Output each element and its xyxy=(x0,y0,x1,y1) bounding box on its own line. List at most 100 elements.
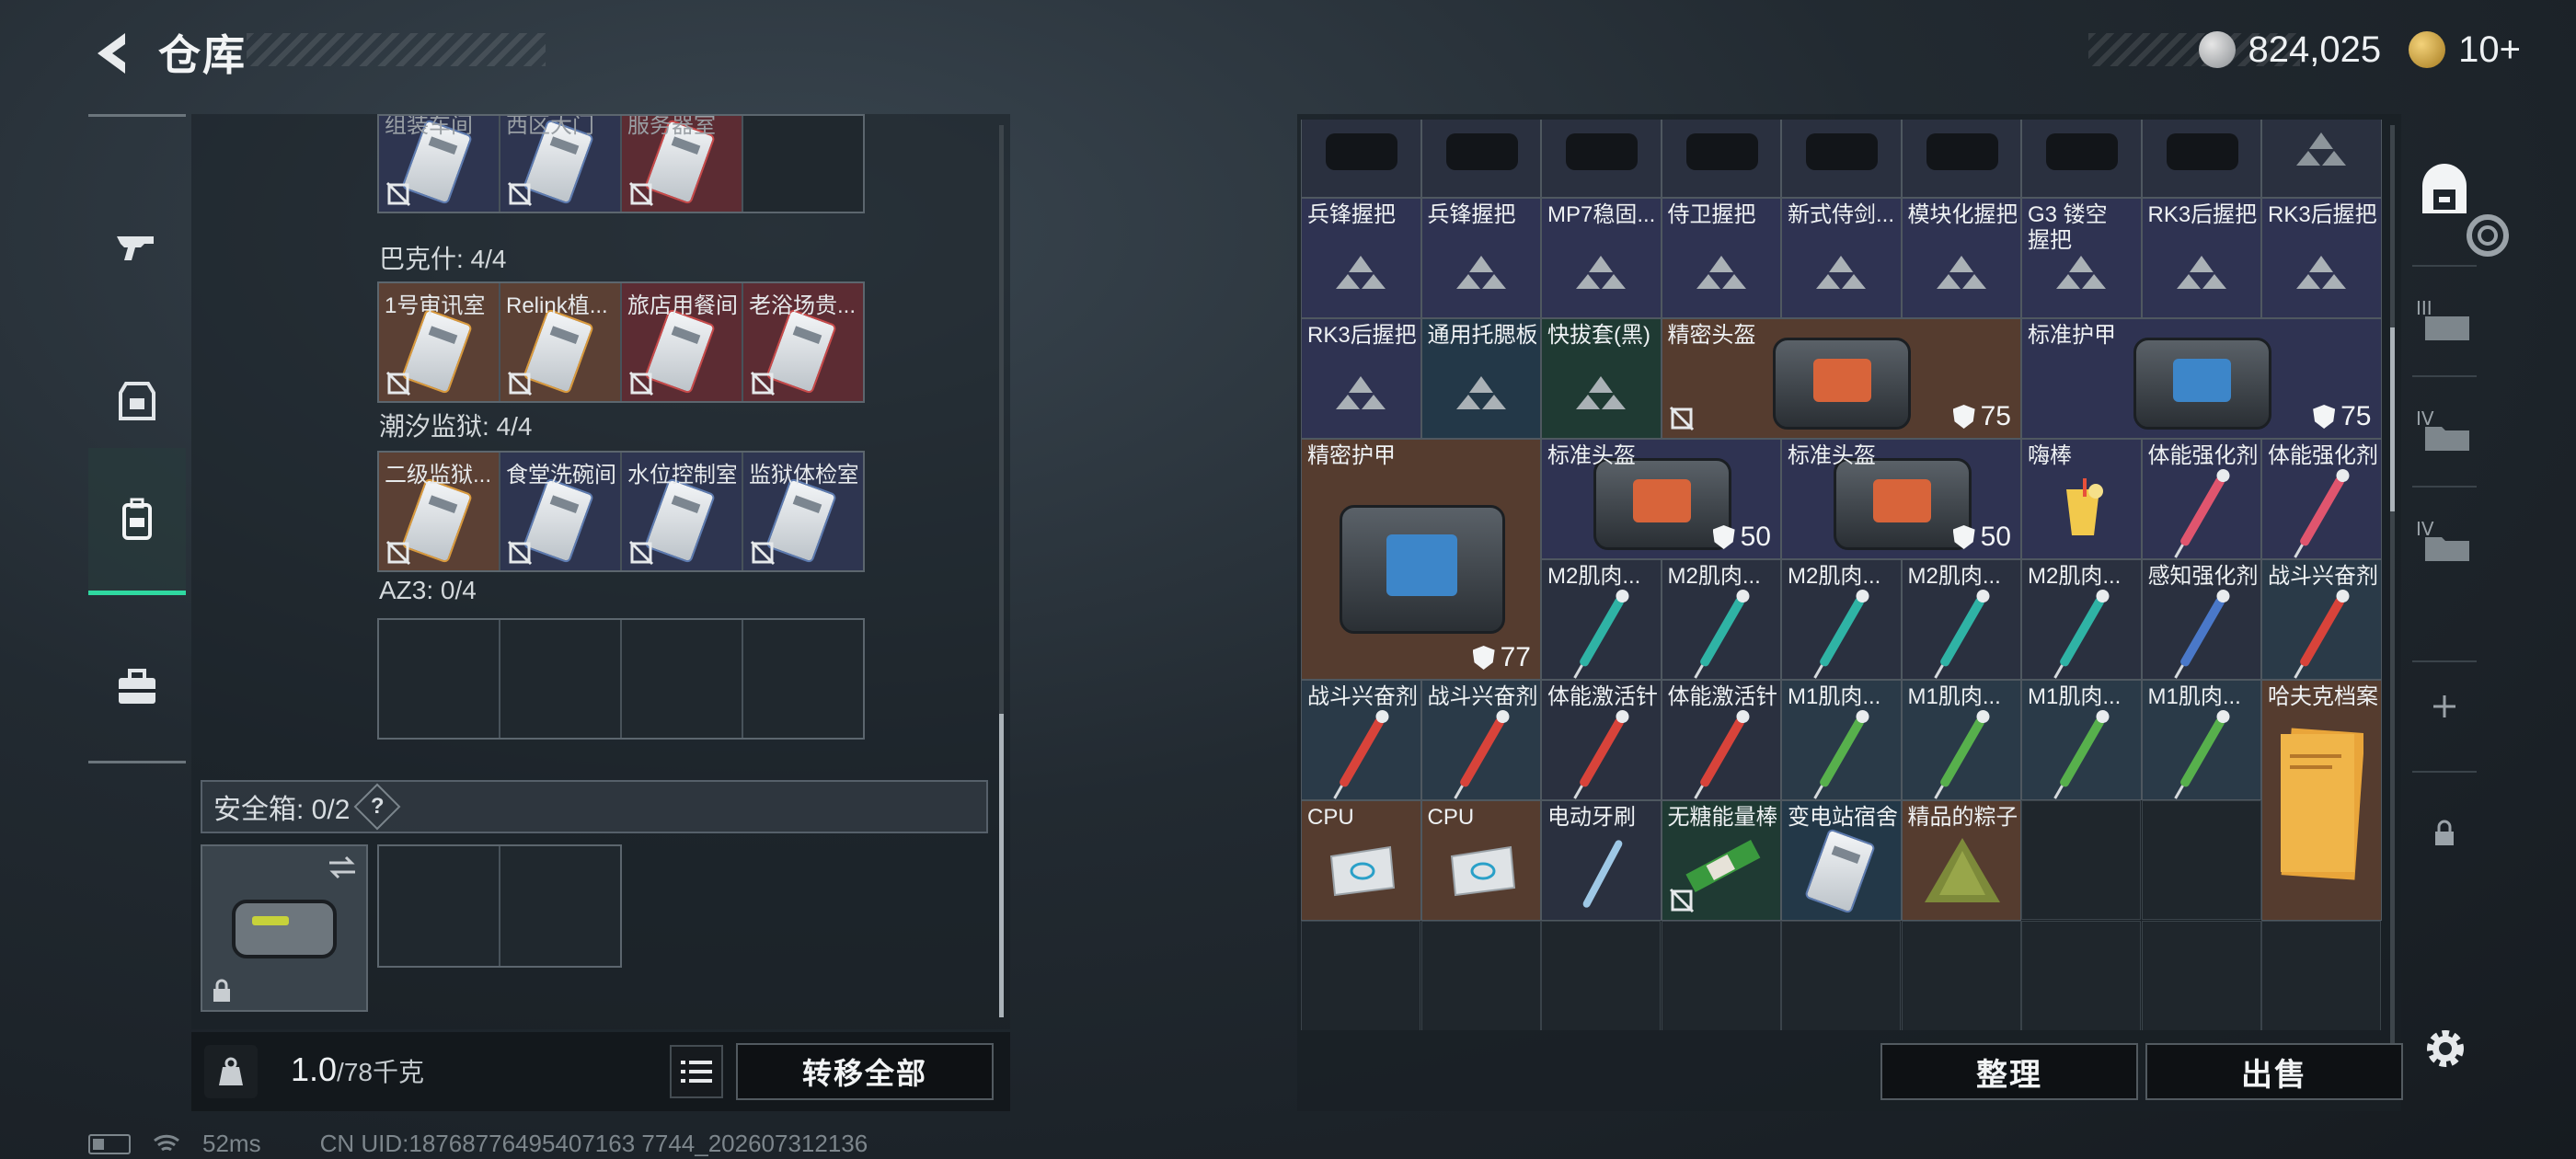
stash-slot[interactable] xyxy=(2141,921,2261,1030)
stash-slot[interactable] xyxy=(1541,921,1661,1030)
scope-item[interactable] xyxy=(1901,120,2021,198)
stash-item[interactable]: 标准护甲 75 xyxy=(2021,318,2382,439)
stash-item[interactable]: CPU xyxy=(1420,800,1541,921)
scroll-thumb[interactable] xyxy=(999,714,1004,1017)
scope-item[interactable] xyxy=(1420,120,1541,198)
stash-slot[interactable] xyxy=(1420,921,1541,1030)
stash-slot[interactable] xyxy=(2021,800,2141,920)
scope-item[interactable] xyxy=(2141,120,2261,198)
settings-gear-icon[interactable] xyxy=(2418,1021,2473,1076)
stash-slot[interactable] xyxy=(2141,800,2261,920)
help-icon[interactable]: ? xyxy=(353,783,401,831)
stash-item[interactable]: M2肌肉... xyxy=(1901,559,2021,680)
tab-tier4-folder[interactable]: IV xyxy=(2412,504,2477,578)
scroll-thumb[interactable] xyxy=(2390,327,2395,511)
stash-item[interactable]: MP7稳固... xyxy=(1541,198,1662,318)
stash-item[interactable]: 侍卫握把 xyxy=(1661,198,1781,318)
scope-item[interactable] xyxy=(1781,120,1902,198)
stash-scrollbar[interactable] xyxy=(2390,125,2395,1045)
stash-item[interactable]: M2肌肉... xyxy=(1661,559,1781,680)
stash-item[interactable]: 体能强化剂 xyxy=(2261,439,2382,559)
stash-item[interactable]: 战斗兴奋剂 xyxy=(1420,680,1541,800)
scope-item[interactable] xyxy=(2021,120,2142,198)
tab-tier4-folder[interactable]: IV xyxy=(2412,394,2477,467)
keycard-slot[interactable]: 组装车间 xyxy=(379,116,499,212)
stash-item[interactable]: 标准头盔 50 xyxy=(1781,439,2021,559)
locked-tab[interactable] xyxy=(2412,797,2477,870)
stash-item[interactable]: 精密头盔 75 xyxy=(1661,318,2021,439)
stash-item[interactable]: M1肌肉... xyxy=(1781,680,1902,800)
stash-item[interactable]: RK3后握把 xyxy=(2141,198,2261,318)
safe-slot[interactable] xyxy=(379,846,499,966)
stash-slot[interactable] xyxy=(1901,921,2021,1030)
keycard-slot[interactable]: 旅店用餐间 xyxy=(622,283,742,401)
stash-slot[interactable] xyxy=(1661,921,1781,1030)
stash-item[interactable]: 精品的粽子 xyxy=(1901,800,2021,921)
scope-item[interactable] xyxy=(1661,120,1781,198)
keycard-slot[interactable]: 水位控制室 xyxy=(622,453,742,570)
stash-item[interactable]: G3 镂空握把 xyxy=(2021,198,2142,318)
empty-slot[interactable] xyxy=(622,620,742,738)
stash-item[interactable]: 标准头盔 50 xyxy=(1541,439,1781,559)
stash-item[interactable]: 感知强化剂 xyxy=(2141,559,2261,680)
stash-item[interactable]: M2肌肉... xyxy=(2021,559,2142,680)
stash-item[interactable]: 快拔套(黑) xyxy=(1541,318,1662,439)
stash-item[interactable]: M2肌肉... xyxy=(1781,559,1902,680)
backpack-scrollbar[interactable] xyxy=(999,125,1004,1017)
organize-button[interactable]: 整理 xyxy=(1880,1043,2138,1100)
empty-slot[interactable] xyxy=(743,116,863,212)
stash-item[interactable]: 兵锋握把 xyxy=(1420,198,1541,318)
add-tab-button[interactable] xyxy=(2412,670,2477,743)
empty-slot[interactable] xyxy=(379,620,499,738)
keycard-slot[interactable]: 监狱体检室 xyxy=(743,453,863,570)
stash-item[interactable]: 嗨棒 xyxy=(2021,439,2142,559)
nav-weapons[interactable] xyxy=(88,172,186,319)
stash-item[interactable]: M1肌肉... xyxy=(1901,680,2021,800)
scope-item[interactable] xyxy=(1541,120,1662,198)
empty-slot[interactable] xyxy=(743,620,863,738)
list-view-button[interactable] xyxy=(670,1045,723,1098)
stash-item[interactable]: 变电站宿舍 xyxy=(1781,800,1902,921)
keycard-slot[interactable]: 二级监狱... xyxy=(379,453,499,570)
back-arrow-icon[interactable] xyxy=(85,26,140,81)
stash-item[interactable]: 无糖能量棒 xyxy=(1661,800,1781,921)
stash-item[interactable]: RK3后握把 xyxy=(2261,198,2382,318)
keycard-slot[interactable]: 服务器室 xyxy=(622,116,742,212)
stash-item[interactable]: M1肌肉... xyxy=(2021,680,2142,800)
stash-slot[interactable] xyxy=(1301,921,1420,1030)
stash-item[interactable]: 体能激活针 xyxy=(1661,680,1781,800)
stash-item[interactable]: 通用托腮板 xyxy=(1420,318,1541,439)
swap-icon[interactable] xyxy=(326,854,359,881)
keycard-slot[interactable]: 老浴场贵... xyxy=(743,283,863,401)
gold-amount[interactable]: 10+ xyxy=(2458,29,2521,71)
empty-slot[interactable] xyxy=(500,620,620,738)
stash-item[interactable]: 体能强化剂 xyxy=(2141,439,2261,559)
stash-item[interactable]: 体能激活针 xyxy=(1541,680,1662,800)
stash-item[interactable]: M2肌肉... xyxy=(1541,559,1662,680)
keycard-slot[interactable]: Relink植... xyxy=(500,283,620,401)
stash-item[interactable]: 哈夫克档案 xyxy=(2261,680,2382,921)
keycard-slot[interactable]: 食堂洗碗间 xyxy=(500,453,620,570)
nav-toolbox[interactable] xyxy=(88,614,186,761)
stash-slot[interactable] xyxy=(1781,921,1901,1030)
stash-item[interactable]: CPU xyxy=(1301,800,1421,921)
transfer-all-button[interactable]: 转移全部 xyxy=(736,1043,994,1100)
stash-item[interactable]: 模块化握把 xyxy=(1901,198,2021,318)
scope-item[interactable] xyxy=(1301,120,1421,198)
sell-button[interactable]: 出售 xyxy=(2145,1043,2403,1100)
gold-coin-icon[interactable] xyxy=(2409,31,2446,68)
stash-item[interactable]: 战斗兴奋剂 xyxy=(2261,559,2382,680)
stash-slot[interactable] xyxy=(2261,921,2381,1030)
stash-item[interactable]: RK3后握把 xyxy=(1301,318,1421,439)
stash-item[interactable]: 新式侍剑... xyxy=(1781,198,1902,318)
safe-slot[interactable] xyxy=(500,846,620,966)
stash-item[interactable]: 电动牙刷 xyxy=(1541,800,1662,921)
stash-slot[interactable] xyxy=(2021,921,2141,1030)
nav-backpack[interactable] xyxy=(88,448,186,595)
tab-tier3-case[interactable]: III xyxy=(2412,283,2477,357)
attachment-item[interactable] xyxy=(2261,120,2382,198)
keycard-slot[interactable]: 1号审讯室 xyxy=(379,283,499,401)
stash-item[interactable]: 兵锋握把 xyxy=(1301,198,1421,318)
safe-box-container[interactable] xyxy=(201,844,368,1012)
keycard-slot[interactable]: 西区大门 xyxy=(500,116,620,212)
